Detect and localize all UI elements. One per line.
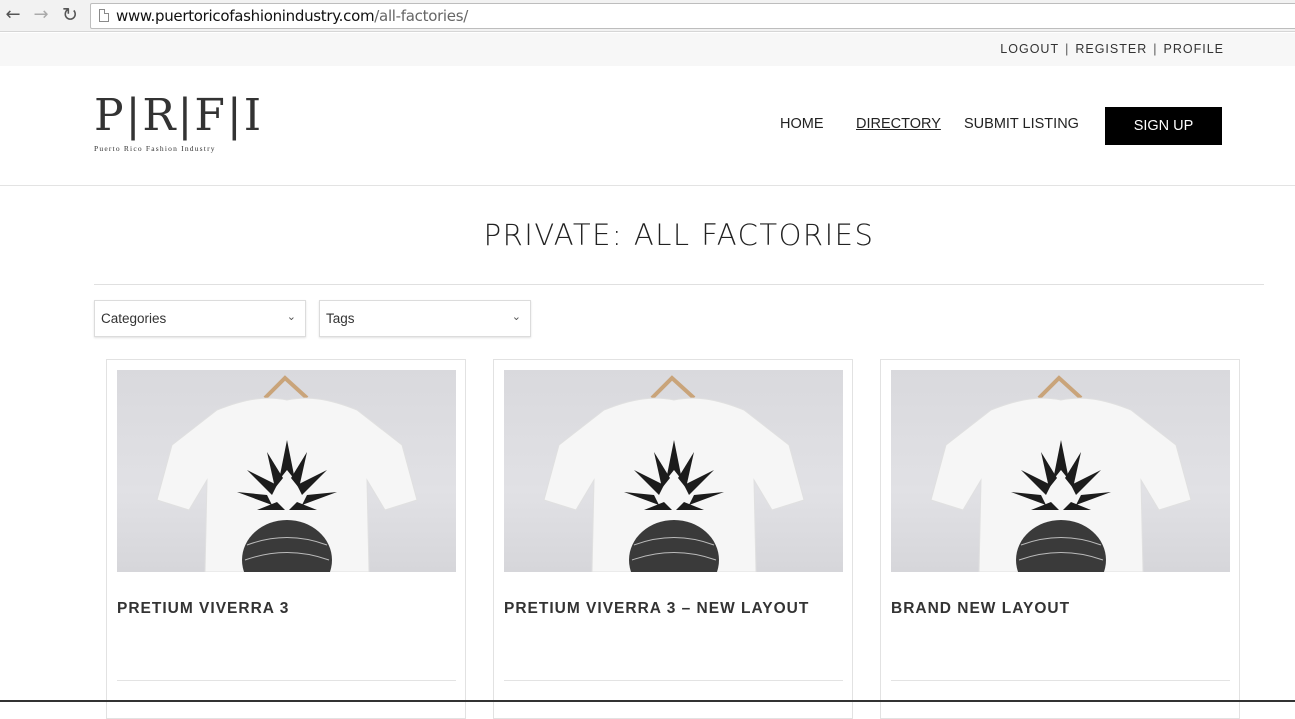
address-bar[interactable]: www.puertoricofashionindustry.com/all-fa… xyxy=(90,3,1295,29)
listing-card[interactable]: BRAND NEW LAYOUT xyxy=(880,359,1240,719)
user-bar: LOGOUT | REGISTER | PROFILE xyxy=(0,33,1295,66)
site-header: P|R|F|I Puerto Rico Fashion Industry HOM… xyxy=(0,66,1295,186)
tshirt-pineapple-image xyxy=(156,375,418,572)
url-host: www.puertoricofashionindustry.com xyxy=(116,7,375,25)
reload-icon[interactable]: ↻ xyxy=(60,5,80,25)
divider xyxy=(94,284,1264,285)
listing-card[interactable]: PRETIUM VIVERRA 3 – NEW LAYOUT xyxy=(493,359,853,719)
user-links: LOGOUT | REGISTER | PROFILE xyxy=(1000,42,1224,56)
listing-title[interactable]: PRETIUM VIVERRA 3 xyxy=(117,600,289,618)
categories-select[interactable]: Categories ⌄ xyxy=(94,300,306,337)
listing-image[interactable] xyxy=(117,370,456,572)
nav-home[interactable]: HOME xyxy=(780,116,824,132)
chevron-down-icon: ⌄ xyxy=(286,310,296,323)
browser-toolbar: ← → ↻ www.puertoricofashionindustry.com/… xyxy=(0,0,1295,32)
profile-link[interactable]: PROFILE xyxy=(1164,42,1225,56)
tshirt-pineapple-image xyxy=(543,375,805,572)
listing-card[interactable]: PRETIUM VIVERRA 3 xyxy=(106,359,466,719)
logo-subtitle: Puerto Rico Fashion Industry xyxy=(94,144,216,153)
tags-select-value: Tags xyxy=(326,311,355,326)
logo-letters: P|R|F|I xyxy=(94,90,264,141)
page-title: PRIVATE: ALL FACTORIES xyxy=(483,218,875,252)
url-text: www.puertoricofashionindustry.com/all-fa… xyxy=(116,7,468,25)
listing-image[interactable] xyxy=(504,370,843,572)
register-link[interactable]: REGISTER xyxy=(1075,42,1147,56)
back-arrow-icon[interactable]: ← xyxy=(3,5,23,25)
listing-title[interactable]: BRAND NEW LAYOUT xyxy=(891,600,1070,618)
listing-title[interactable]: PRETIUM VIVERRA 3 – NEW LAYOUT xyxy=(504,600,809,618)
categories-select-value: Categories xyxy=(101,311,167,326)
tags-select[interactable]: Tags ⌄ xyxy=(319,300,531,337)
divider xyxy=(891,680,1230,681)
url-path: /all-factories/ xyxy=(374,7,469,25)
nav-submit-listing[interactable]: SUBMIT LISTING xyxy=(964,116,1079,132)
nav-directory[interactable]: DIRECTORY xyxy=(856,116,941,132)
separator: | xyxy=(1153,42,1158,56)
tshirt-pineapple-image xyxy=(930,375,1192,572)
chevron-down-icon: ⌄ xyxy=(511,310,521,323)
site-logo[interactable]: P|R|F|I Puerto Rico Fashion Industry xyxy=(94,90,264,154)
divider xyxy=(504,680,843,681)
separator: | xyxy=(1065,42,1070,56)
divider xyxy=(117,680,456,681)
listing-image[interactable] xyxy=(891,370,1230,572)
page-icon xyxy=(99,9,109,22)
sign-up-button[interactable]: SIGN UP xyxy=(1105,107,1222,145)
forward-arrow-icon[interactable]: → xyxy=(31,5,51,25)
logout-link[interactable]: LOGOUT xyxy=(1000,42,1059,56)
